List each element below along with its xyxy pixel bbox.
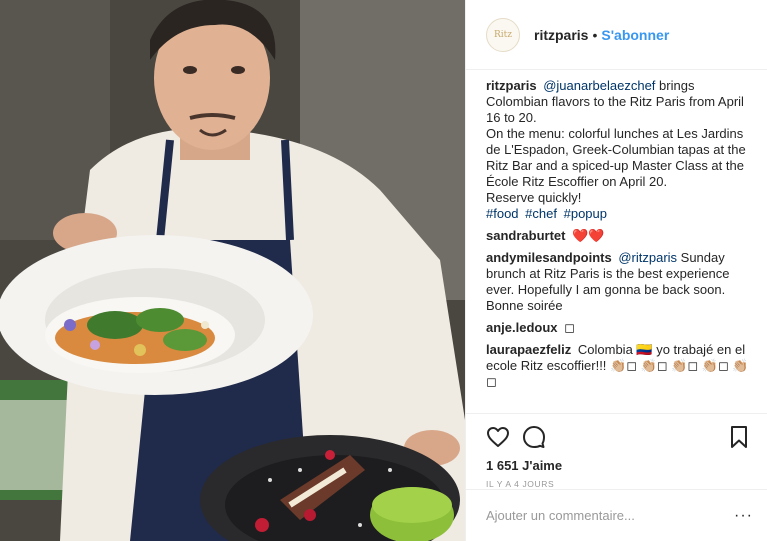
comment-text: ◻ — [564, 320, 575, 335]
post-timestamp[interactable]: IL Y A 4 JOURS — [486, 479, 751, 489]
heart-icon[interactable] — [486, 425, 510, 449]
comments-list: ritzparis @juanarbelaezchef brings Colom… — [486, 78, 753, 412]
action-icons — [486, 422, 751, 452]
comment-author[interactable]: laurapaezfeliz — [486, 342, 571, 357]
hashtag-popup[interactable]: #popup — [564, 206, 607, 221]
chef-photo-illustration — [0, 0, 465, 541]
comment-icon[interactable] — [522, 425, 546, 449]
comment-author[interactable]: sandraburtet — [486, 228, 565, 243]
post-header: Ritz ritzparis • S'abonner — [466, 0, 767, 70]
separator-dot: • — [592, 26, 598, 43]
author-username[interactable]: ritzparis — [534, 27, 588, 43]
caption-author[interactable]: ritzparis — [486, 78, 537, 93]
more-icon[interactable]: ··· — [734, 507, 753, 525]
comment-text: ❤️❤️ — [572, 228, 605, 243]
comment-mention[interactable]: @ritzparis — [618, 250, 677, 265]
add-comment-bar: ··· — [466, 489, 767, 541]
post-actions: 1 651 J'aime IL Y A 4 JOURS — [466, 413, 767, 489]
avatar[interactable]: Ritz — [486, 17, 520, 52]
follow-button[interactable]: S'abonner — [601, 27, 669, 43]
likes-count[interactable]: 1 651 J'aime — [486, 458, 751, 473]
avatar-logo: Ritz — [493, 29, 512, 40]
caption: ritzparis @juanarbelaezchef brings Colom… — [486, 78, 753, 222]
comment-item: laurapaezfeliz Colombia 🇨🇴 yo trabajé en… — [486, 342, 753, 390]
caption-hashtags: #food #chef #popup — [486, 206, 753, 222]
post-photo[interactable] — [0, 0, 465, 541]
comment-author[interactable]: andymilesandpoints — [486, 250, 612, 265]
hashtag-chef[interactable]: #chef — [525, 206, 557, 221]
comment-input[interactable] — [486, 508, 735, 523]
hashtag-food[interactable]: #food — [486, 206, 519, 221]
comment-item: anje.ledoux ◻ — [486, 320, 753, 336]
comment-item: andymilesandpoints @ritzparis Sunday bru… — [486, 250, 753, 314]
post-side-panel: Ritz ritzparis • S'abonner ritzparis @ju… — [465, 0, 767, 541]
caption-line-2: On the menu: colorful lunches at Les Jar… — [486, 126, 746, 189]
comment-item: sandraburtet ❤️❤️ — [486, 228, 753, 244]
caption-line-3: Reserve quickly! — [486, 190, 582, 205]
caption-mention[interactable]: @juanarbelaezchef — [543, 78, 655, 93]
comment-author[interactable]: anje.ledoux — [486, 320, 558, 335]
bookmark-icon[interactable] — [727, 425, 751, 449]
